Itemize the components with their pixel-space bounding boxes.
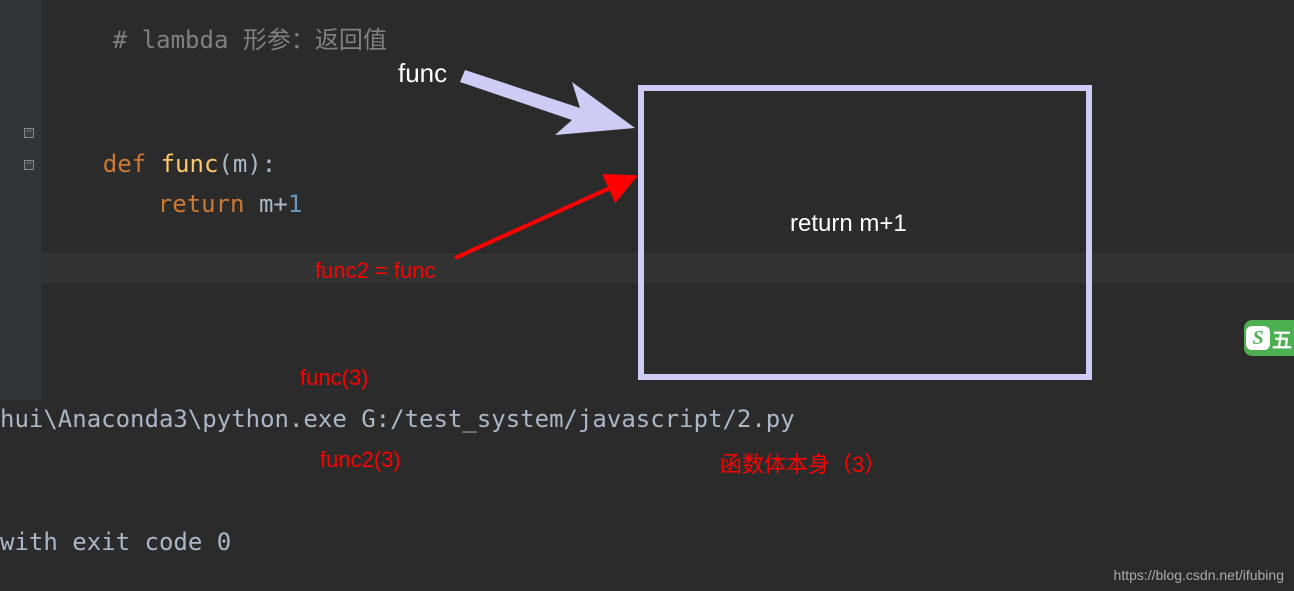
watermark: https://blog.csdn.net/ifubing — [1114, 567, 1284, 583]
editor-area: # lambda 形参：返回值 def func(m): return m+1 … — [0, 0, 1294, 591]
ime-badge-text: 五 — [1272, 324, 1292, 353]
annotation-func2-assign: func2 = func — [315, 258, 435, 284]
code-comment: # lambda 形参：返回值 — [55, 0, 387, 83]
annotation-func-label: func — [398, 58, 447, 89]
ime-badge-s-icon: S — [1246, 326, 1270, 350]
annotation-func2-call: func2(3) — [320, 447, 401, 473]
terminal-exit-line: with exit code 0 — [0, 528, 231, 556]
ime-badge[interactable]: S 五 — [1244, 320, 1294, 356]
fold-marker-icon[interactable] — [24, 160, 34, 170]
annotation-body-call: 函数体本身（3） — [720, 447, 886, 479]
annotation-func-call: func(3) — [300, 365, 368, 391]
annotation-box-content: return m+1 — [790, 210, 907, 238]
fold-marker-icon[interactable] — [24, 128, 34, 138]
code-return-line[interactable]: return m+1 — [100, 162, 302, 246]
gutter — [0, 0, 42, 400]
terminal-run-line: hui\Anaconda3\python.exe G:/test_system/… — [0, 405, 795, 433]
